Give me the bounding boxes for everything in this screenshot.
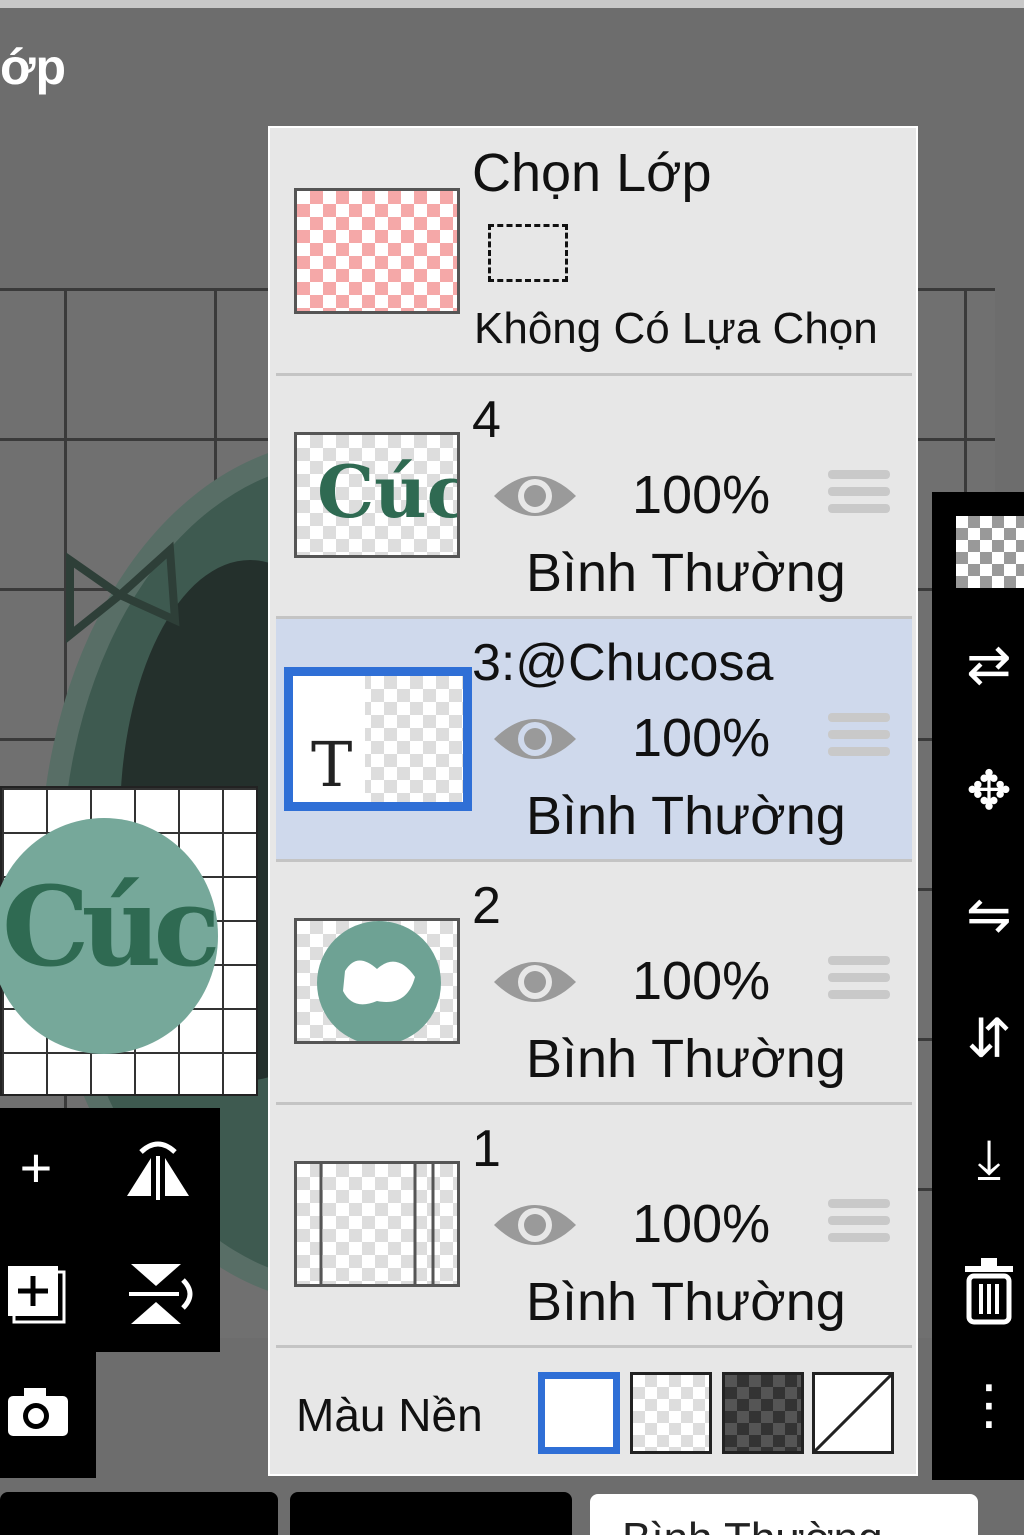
trash-icon[interactable]: [954, 1256, 1024, 1335]
layer-row-selected[interactable]: T 3:@Chucosa 100% Bình Thường: [276, 619, 912, 862]
bow-decoration-icon: [66, 541, 180, 644]
right-toolbar: ⇄ ✥ ⇋ ⇵ ⤓ ⋮: [932, 492, 1024, 1480]
more-icon[interactable]: ⋮: [954, 1378, 1024, 1432]
layer-thumbnail: T: [284, 667, 472, 811]
bg-swatch-none[interactable]: [812, 1372, 894, 1454]
layer-thumbnail: [294, 1161, 460, 1287]
selection-layer-row[interactable]: Chọn Lớp Không Có Lựa Chọn: [276, 128, 912, 376]
bg-swatch-white[interactable]: [538, 1372, 620, 1454]
layer-name: 3:@Chucosa: [472, 634, 774, 692]
layer-blend-mode[interactable]: Bình Thường: [526, 785, 846, 847]
flip-vertical-icon[interactable]: [124, 1260, 196, 1337]
layer-blend-mode[interactable]: Bình Thường: [526, 542, 846, 604]
layer-row[interactable]: 2 100% Bình Thường: [276, 862, 912, 1105]
svg-text:Cúc: Cúc: [317, 449, 457, 534]
merge-down-icon[interactable]: ⤓: [954, 1132, 1024, 1186]
layer-name: 4: [472, 391, 501, 449]
bg-swatch-dark-checker[interactable]: [722, 1372, 804, 1454]
layer-opacity[interactable]: 100%: [632, 1193, 770, 1255]
layer-opacity[interactable]: 100%: [632, 707, 770, 769]
text-layer-icon: T: [311, 728, 353, 801]
swap-layer-icon[interactable]: ⇄: [954, 638, 1024, 692]
layer-opacity[interactable]: 100%: [632, 464, 770, 526]
selection-status: Không Có Lựa Chọn: [474, 304, 878, 353]
flip-horizontal-icon[interactable]: [122, 1138, 194, 1211]
visibility-eye-icon[interactable]: [490, 709, 580, 769]
layer-row[interactable]: Cúc 4 100% Bình Thường: [276, 376, 912, 619]
status-strip: [0, 0, 1024, 8]
lock-layer-button[interactable]: [290, 1492, 572, 1535]
layer-opacity[interactable]: 100%: [632, 950, 770, 1012]
layer-name: 2: [472, 877, 501, 935]
layer-row[interactable]: 1 100% Bình Thường: [276, 1105, 912, 1348]
selection-title: Chọn Lớp: [472, 143, 712, 203]
add-layer-icon[interactable]: +: [6, 1140, 66, 1196]
layer-thumbnail: Cúc: [294, 432, 471, 558]
selection-marquee-icon: [488, 224, 568, 282]
layer-name: 1: [472, 1120, 501, 1178]
visibility-eye-icon[interactable]: [490, 1195, 580, 1255]
camera-icon[interactable]: [6, 1386, 70, 1447]
page-title: ớp: [0, 39, 67, 95]
layer-panel: Chọn Lớp Không Có Lựa Chọn Cúc 4 100% Bì…: [268, 126, 918, 1476]
add-copy-layer-icon[interactable]: [4, 1260, 66, 1333]
drag-handle-icon[interactable]: [828, 1199, 890, 1250]
drag-handle-icon[interactable]: [828, 470, 890, 521]
visibility-eye-icon[interactable]: [490, 952, 580, 1012]
layer-blend-mode[interactable]: Bình Thường: [526, 1271, 846, 1333]
blend-mode-value: Bình Thường: [622, 1514, 883, 1535]
rotate-flip-icon[interactable]: ⇋: [954, 888, 1024, 942]
bg-swatch-transparent[interactable]: [630, 1372, 712, 1454]
move-icon[interactable]: ✥: [954, 764, 1024, 818]
left-toolbar-lower: [0, 1352, 96, 1478]
brush-settings-button[interactable]: [0, 1492, 278, 1535]
layer-blend-mode[interactable]: Bình Thường: [526, 1028, 846, 1090]
transparency-icon[interactable]: [956, 516, 1024, 588]
preview-art-text: Cúc: [2, 862, 220, 991]
drag-handle-icon[interactable]: [828, 956, 890, 1007]
visibility-eye-icon[interactable]: [490, 466, 580, 526]
left-toolbar: +: [0, 1108, 220, 1352]
vertical-flip-icon[interactable]: ⇵: [954, 1012, 1024, 1066]
canvas-preview[interactable]: Cúc: [0, 786, 258, 1096]
background-color-row: Màu Nền: [276, 1354, 912, 1470]
drag-handle-icon[interactable]: [828, 713, 890, 764]
selection-thumbnail: [294, 188, 460, 314]
blend-mode-select[interactable]: Bình Thường: [590, 1494, 978, 1535]
layer-thumbnail: [294, 918, 460, 1045]
background-color-label: Màu Nền: [296, 1389, 483, 1441]
